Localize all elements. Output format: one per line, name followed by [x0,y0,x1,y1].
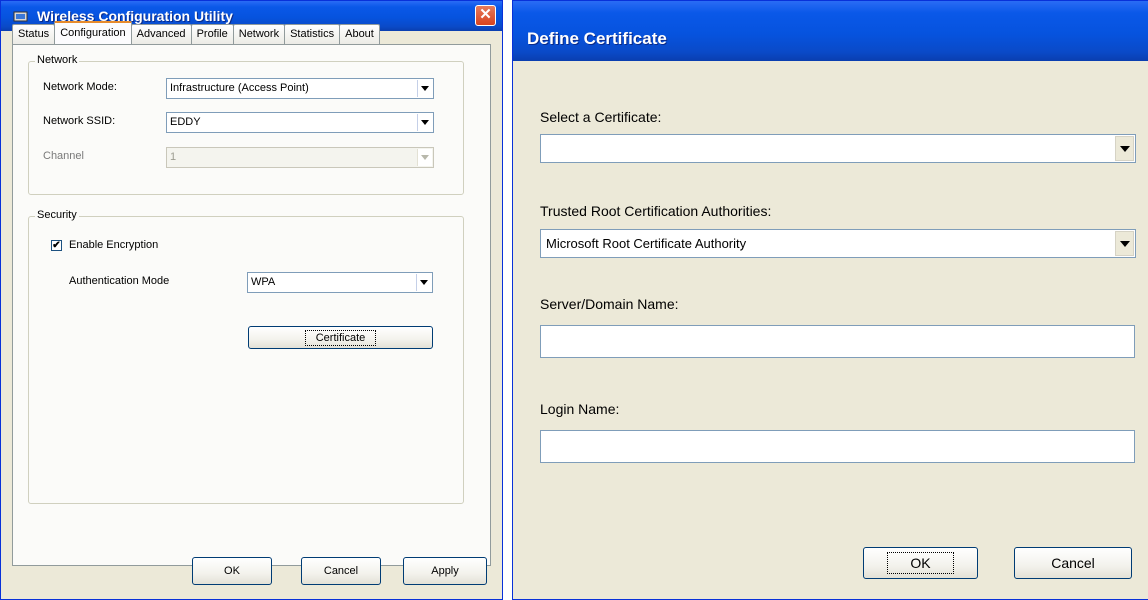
ok-button[interactable]: OK [192,557,272,585]
network-mode-value: Infrastructure (Access Point) [170,82,309,94]
chevron-down-icon [417,149,432,166]
tab-configuration[interactable]: Configuration [54,21,132,44]
window-client: Status Configuration Advanced Profile Ne… [4,21,499,596]
define-certificate-window: Define Certificate Select a Certificate:… [512,0,1148,600]
chevron-down-icon[interactable] [1115,136,1134,161]
window-title: Define Certificate [527,29,667,48]
app-icon [13,10,29,23]
security-group: Security ✔ Enable Encryption Authenticat… [28,209,464,504]
trusted-root-label: Trusted Root Certification Authorities: [540,203,772,219]
certificate-button[interactable]: Certificate [248,326,433,349]
apply-button[interactable]: Apply [403,557,487,585]
channel-value: 1 [170,151,177,163]
network-mode-label: Network Mode: [43,81,117,93]
wireless-config-window: Wireless Configuration Utility ✕ Status … [0,0,503,600]
tab-network[interactable]: Network [232,24,286,44]
tab-about[interactable]: About [339,24,380,44]
cancel-button-label: Cancel [323,565,359,577]
select-certificate-label: Select a Certificate: [540,109,662,125]
chevron-down-icon[interactable] [416,274,431,291]
network-group-label: Network [35,54,80,66]
server-domain-input[interactable] [540,325,1135,358]
tab-advanced[interactable]: Advanced [130,24,192,44]
network-mode-select[interactable]: Infrastructure (Access Point) [166,78,434,99]
chevron-down-icon[interactable] [1115,231,1134,256]
authentication-mode-select[interactable]: WPA [247,272,433,293]
tab-profile[interactable]: Profile [190,24,234,44]
network-ssid-select[interactable]: EDDY [166,112,434,133]
login-name-label: Login Name: [540,401,620,417]
channel-label: Channel [43,150,84,162]
dialog-cancel-button[interactable]: Cancel [1014,547,1132,579]
apply-button-label: Apply [431,565,459,577]
dialog-ok-button[interactable]: OK [863,547,978,579]
tab-status[interactable]: Status [12,24,56,44]
dialog-ok-button-label: OK [887,552,954,574]
network-group: Network Network Mode: Infrastructure (Ac… [28,54,464,195]
certificate-button-label: Certificate [304,329,377,346]
trusted-root-select[interactable]: Microsoft Root Certificate Authority [540,229,1136,258]
security-group-label: Security [35,209,79,221]
trusted-root-value: Microsoft Root Certificate Authority [546,236,747,251]
cancel-button[interactable]: Cancel [301,557,381,585]
tab-strip: Status Configuration Advanced Profile Ne… [12,21,380,44]
login-name-input[interactable] [540,430,1135,463]
server-domain-label: Server/Domain Name: [540,296,679,312]
authentication-mode-label: Authentication Mode [69,275,170,287]
title-bar[interactable]: Define Certificate [513,1,1148,61]
ok-button-label: OK [224,565,240,577]
enable-encryption-checkbox[interactable]: ✔ [51,240,62,251]
enable-encryption-label[interactable]: Enable Encryption [69,239,158,251]
close-icon[interactable]: ✕ [475,5,496,26]
dialog-cancel-button-label: Cancel [1051,555,1095,571]
chevron-down-icon[interactable] [417,80,432,97]
select-certificate-select[interactable] [540,134,1136,163]
tab-statistics[interactable]: Statistics [284,24,341,44]
network-ssid-label: Network SSID: [43,115,116,127]
chevron-down-icon[interactable] [417,114,432,131]
dialog-client: Select a Certificate: Trusted Root Certi… [513,61,1148,599]
configuration-panel: Network Network Mode: Infrastructure (Ac… [12,44,491,566]
authentication-mode-value: WPA [251,276,276,288]
channel-select: 1 [166,147,434,168]
network-ssid-value: EDDY [170,116,201,128]
